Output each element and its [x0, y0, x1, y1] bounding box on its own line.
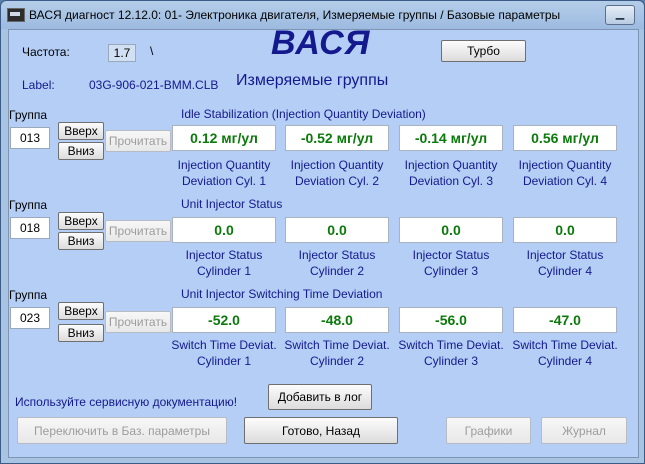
group-caption: Группа: [9, 108, 48, 122]
app-logo: ВАСЯ: [271, 24, 371, 62]
journal-button[interactable]: Журнал: [541, 417, 627, 444]
value-caption: Switch Time Deviat. Cylinder 3: [398, 338, 504, 368]
value-field: 0.56 мг/ул: [513, 125, 617, 151]
frequency-label: Частота:: [22, 45, 70, 59]
graphs-button[interactable]: Графики: [446, 417, 531, 444]
minimize-button[interactable]: ▁: [605, 5, 635, 25]
value-caption: Injector Status Cylinder 1: [185, 248, 263, 278]
group-number-field[interactable]: 018: [10, 217, 50, 239]
group-caption: Группа: [9, 288, 48, 302]
section-title: Unit Injector Status: [181, 197, 283, 211]
value-field: -0.14 мг/ул: [399, 125, 503, 151]
group-number-field[interactable]: 023: [10, 307, 50, 329]
value-field: 0.12 мг/ул: [172, 125, 276, 151]
add-to-log-button[interactable]: Добавить в лог: [268, 384, 372, 410]
value-field: -52.0: [172, 307, 276, 333]
turbo-button[interactable]: Турбо: [441, 40, 526, 62]
value-caption: Injector Status Cylinder 3: [412, 248, 490, 278]
section-title: Unit Injector Switching Time Deviation: [181, 287, 383, 301]
value-caption: Injection Quantity Deviation Cyl. 1: [177, 158, 271, 188]
value-caption: Injection Quantity Deviation Cyl. 2: [290, 158, 384, 188]
value-field: -48.0: [285, 307, 389, 333]
value-caption: Switch Time Deviat. Cylinder 1: [171, 338, 277, 368]
group-up-button[interactable]: Вверх: [58, 122, 104, 140]
read-button[interactable]: Прочитать: [105, 130, 171, 152]
value-field: -47.0: [513, 307, 617, 333]
value-caption: Switch Time Deviat. Cylinder 4: [512, 338, 618, 368]
group-up-button[interactable]: Вверх: [58, 302, 104, 320]
read-button[interactable]: Прочитать: [105, 311, 171, 333]
group-number-field[interactable]: 013: [10, 127, 50, 149]
group-caption: Группа: [9, 198, 48, 212]
group-down-button[interactable]: Вниз: [58, 324, 104, 342]
label-file: 03G-906-021-BMM.CLB: [89, 78, 219, 92]
value-caption: Injector Status Cylinder 2: [298, 248, 376, 278]
value-caption: Switch Time Deviat. Cylinder 2: [284, 338, 390, 368]
value-caption: Injector Status Cylinder 4: [526, 248, 604, 278]
value-field: 0.0: [399, 217, 503, 243]
value-field: -0.52 мг/ул: [285, 125, 389, 151]
value-field: 0.0: [513, 217, 617, 243]
group-down-button[interactable]: Вниз: [58, 142, 104, 160]
value-field: -56.0: [399, 307, 503, 333]
frequency-indicator: \: [150, 44, 154, 58]
done-back-button[interactable]: Готово, Назад: [244, 417, 398, 444]
value-caption: Injection Quantity Deviation Cyl. 4: [518, 158, 612, 188]
value-field: 0.0: [172, 217, 276, 243]
client-area: Частота: 1.7 \ ВАСЯ Турбо Label: 03G-906…: [8, 24, 639, 458]
section-title: Idle Stabilization (Injection Quantity D…: [181, 107, 426, 121]
value-caption: Injection Quantity Deviation Cyl. 3: [404, 158, 498, 188]
group-up-button[interactable]: Вверх: [58, 212, 104, 230]
app-icon: [7, 8, 25, 22]
app-window: ВАСЯ диагност 12.12.0: 01- Электроника д…: [0, 0, 645, 464]
window-title: ВАСЯ диагност 12.12.0: 01- Электроника д…: [29, 8, 561, 22]
service-doc-hint: Используйте сервисную документацию!: [15, 395, 238, 409]
frequency-value: 1.7: [108, 44, 136, 62]
screen-title: Измеряемые группы: [236, 72, 389, 89]
switch-basic-params-button[interactable]: Переключить в Баз. параметры: [17, 417, 227, 444]
value-field: 0.0: [285, 217, 389, 243]
group-down-button[interactable]: Вниз: [58, 232, 104, 250]
label-caption: Label:: [22, 78, 55, 92]
read-button[interactable]: Прочитать: [105, 220, 171, 242]
